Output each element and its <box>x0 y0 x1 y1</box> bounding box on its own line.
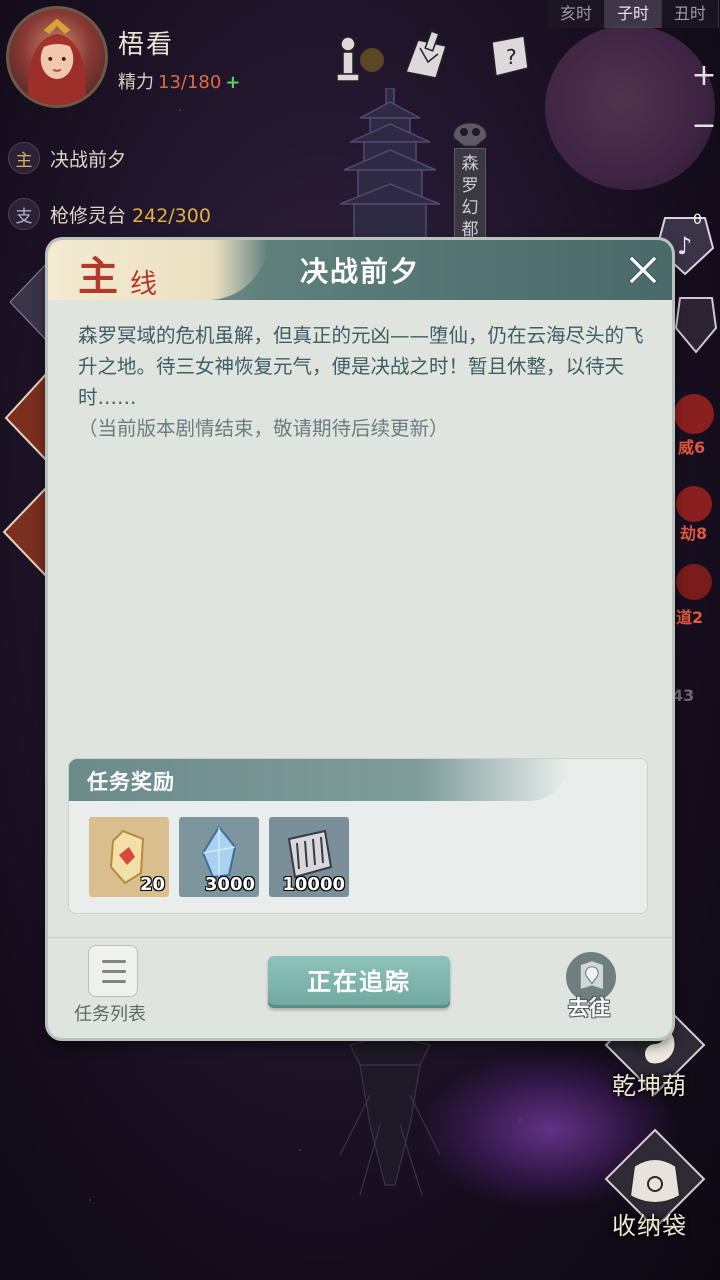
rewards-panel: 任务奖励 20 3000 10000 <box>68 758 648 914</box>
gourd-label: 乾坤葫 <box>612 1072 687 1100</box>
add-stamina-button[interactable]: + <box>225 72 240 93</box>
player-name: 梧看 <box>118 30 175 60</box>
footer-divider <box>48 937 672 938</box>
shield-icon[interactable] <box>672 292 720 356</box>
reward-item[interactable]: 20 <box>89 817 169 897</box>
menu-icon <box>102 980 126 983</box>
pagoda-icon[interactable] <box>340 88 440 238</box>
close-icon[interactable]: X <box>622 248 664 290</box>
stat-badge: 威6 <box>678 438 706 457</box>
moon-decoration <box>545 25 715 190</box>
quest-tracker-side[interactable]: 支 枪修灵台 242/300 <box>8 196 211 232</box>
quest-title-main: 决战前夕 <box>50 145 126 172</box>
quest-progress: 242/300 <box>132 204 211 227</box>
quest-name: 决战前夕 <box>50 148 127 171</box>
map-scroll-icon[interactable] <box>398 28 454 84</box>
quest-dialog: 主 线 决战前夕 X 森罗冥域的危机虽解，但真正的元凶——堕仙，仍在云海尽头的飞… <box>48 240 672 1038</box>
reward-count: 20 <box>139 874 165 895</box>
red-beast-icon[interactable] <box>668 388 720 440</box>
demon-skull-icon <box>453 122 487 147</box>
task-list-label[interactable]: 任务列表 <box>74 1000 146 1026</box>
reward-item[interactable]: 10000 <box>269 817 349 897</box>
quest-name: 枪修灵台 <box>50 204 127 227</box>
menu-icon <box>102 960 126 963</box>
time-tabs: 亥时 子时 丑时 <box>548 0 719 28</box>
dark-tower-icon <box>339 1035 441 1196</box>
stat-badge: 43 <box>672 686 695 705</box>
svg-text:?: ? <box>506 45 517 69</box>
reward-count: 10000 <box>282 874 345 895</box>
rewards-header: 任务奖励 <box>69 759 569 801</box>
notification-count: 0 <box>693 212 702 228</box>
quest-title-side: 枪修灵台 242/300 <box>50 201 211 228</box>
rewards-title: 任务奖励 <box>87 770 175 794</box>
reward-item[interactable]: 3000 <box>179 817 259 897</box>
location-sign-text: 森罗幻都 <box>461 154 479 240</box>
location-sign[interactable]: 森罗幻都 <box>454 148 486 246</box>
zoom-out-button[interactable]: − <box>690 111 718 141</box>
time-tab-hai[interactable]: 亥时 <box>548 0 605 28</box>
quest-tag-side: 支 <box>8 198 40 230</box>
stat-badge: 劫8 <box>680 524 708 543</box>
stat-badge: 道2 <box>676 608 704 627</box>
statue-icon[interactable] <box>328 28 384 84</box>
quest-tag-main: 主 <box>8 142 40 174</box>
menu-icon <box>102 970 126 973</box>
red-demon-icon[interactable] <box>668 556 720 608</box>
dialog-title: 决战前夕 <box>299 255 420 288</box>
stamina-display: 精力 13/180 + <box>118 68 240 94</box>
quest-tracker-main[interactable]: 主 决战前夕 <box>8 140 126 176</box>
avatar-portrait-icon <box>27 18 87 105</box>
description-text: 森罗冥域的危机虽解，但真正的元凶——堕仙，仍在云海尽头的飞升之地。待三女神恢复元… <box>78 324 644 409</box>
goto-label[interactable]: 去往 <box>568 992 610 1022</box>
quest-description: 森罗冥域的危机虽解，但真正的元凶——堕仙，仍在云海尽头的飞升之地。待三女神恢复元… <box>78 320 653 444</box>
left-menu-diamonds <box>2 262 49 581</box>
version-note: （当前版本剧情结束，敬请期待后续更新） <box>78 417 449 440</box>
stamina-value: 13/180 <box>158 72 222 93</box>
bag-label: 收纳袋 <box>612 1212 687 1240</box>
player-avatar[interactable] <box>6 6 108 108</box>
time-tab-zi[interactable]: 子时 <box>605 0 662 28</box>
reward-count: 3000 <box>204 874 255 895</box>
task-list-button[interactable] <box>88 945 138 997</box>
svg-text:♪: ♪ <box>677 232 692 260</box>
time-tab-chou[interactable]: 丑时 <box>662 0 719 28</box>
tracking-button[interactable]: 正在追踪 <box>268 956 450 1008</box>
zoom-in-button[interactable]: + <box>690 61 718 91</box>
stamina-label: 精力 <box>118 72 154 93</box>
quest-scroll-icon[interactable]: ? <box>482 28 538 84</box>
